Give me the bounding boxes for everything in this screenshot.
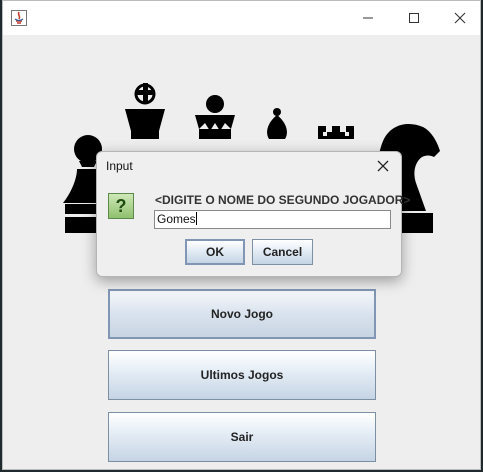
player-name-input[interactable]: Gomes xyxy=(154,210,391,229)
question-icon: ? xyxy=(108,193,134,219)
cancel-button[interactable]: Cancel xyxy=(252,239,313,265)
input-dialog: Input ? <DIGITE O NOME DO SEGUNDO JOGADO… xyxy=(96,151,410,277)
last-games-button[interactable]: Ultimos Jogos xyxy=(108,350,376,400)
text-caret xyxy=(195,212,197,225)
dialog-prompt: <DIGITE O NOME DO SEGUNDO JOGADOR> xyxy=(155,193,411,207)
king-icon xyxy=(125,83,165,139)
rook-icon xyxy=(318,126,354,139)
exit-button[interactable]: Sair xyxy=(108,412,376,462)
ok-label: OK xyxy=(206,245,224,259)
ok-button[interactable]: OK xyxy=(185,239,245,265)
dialog-title: Input xyxy=(106,159,133,173)
new-game-button[interactable]: Novo Jogo xyxy=(108,289,376,339)
dialog-close-icon[interactable] xyxy=(373,156,393,176)
queen-icon xyxy=(195,95,235,139)
exit-label: Sair xyxy=(230,430,254,444)
cancel-label: Cancel xyxy=(262,245,303,259)
new-game-label: Novo Jogo xyxy=(211,307,273,321)
last-games-label: Ultimos Jogos xyxy=(200,368,284,382)
bishop-icon xyxy=(267,108,287,139)
player-name-value: Gomes xyxy=(157,212,196,226)
